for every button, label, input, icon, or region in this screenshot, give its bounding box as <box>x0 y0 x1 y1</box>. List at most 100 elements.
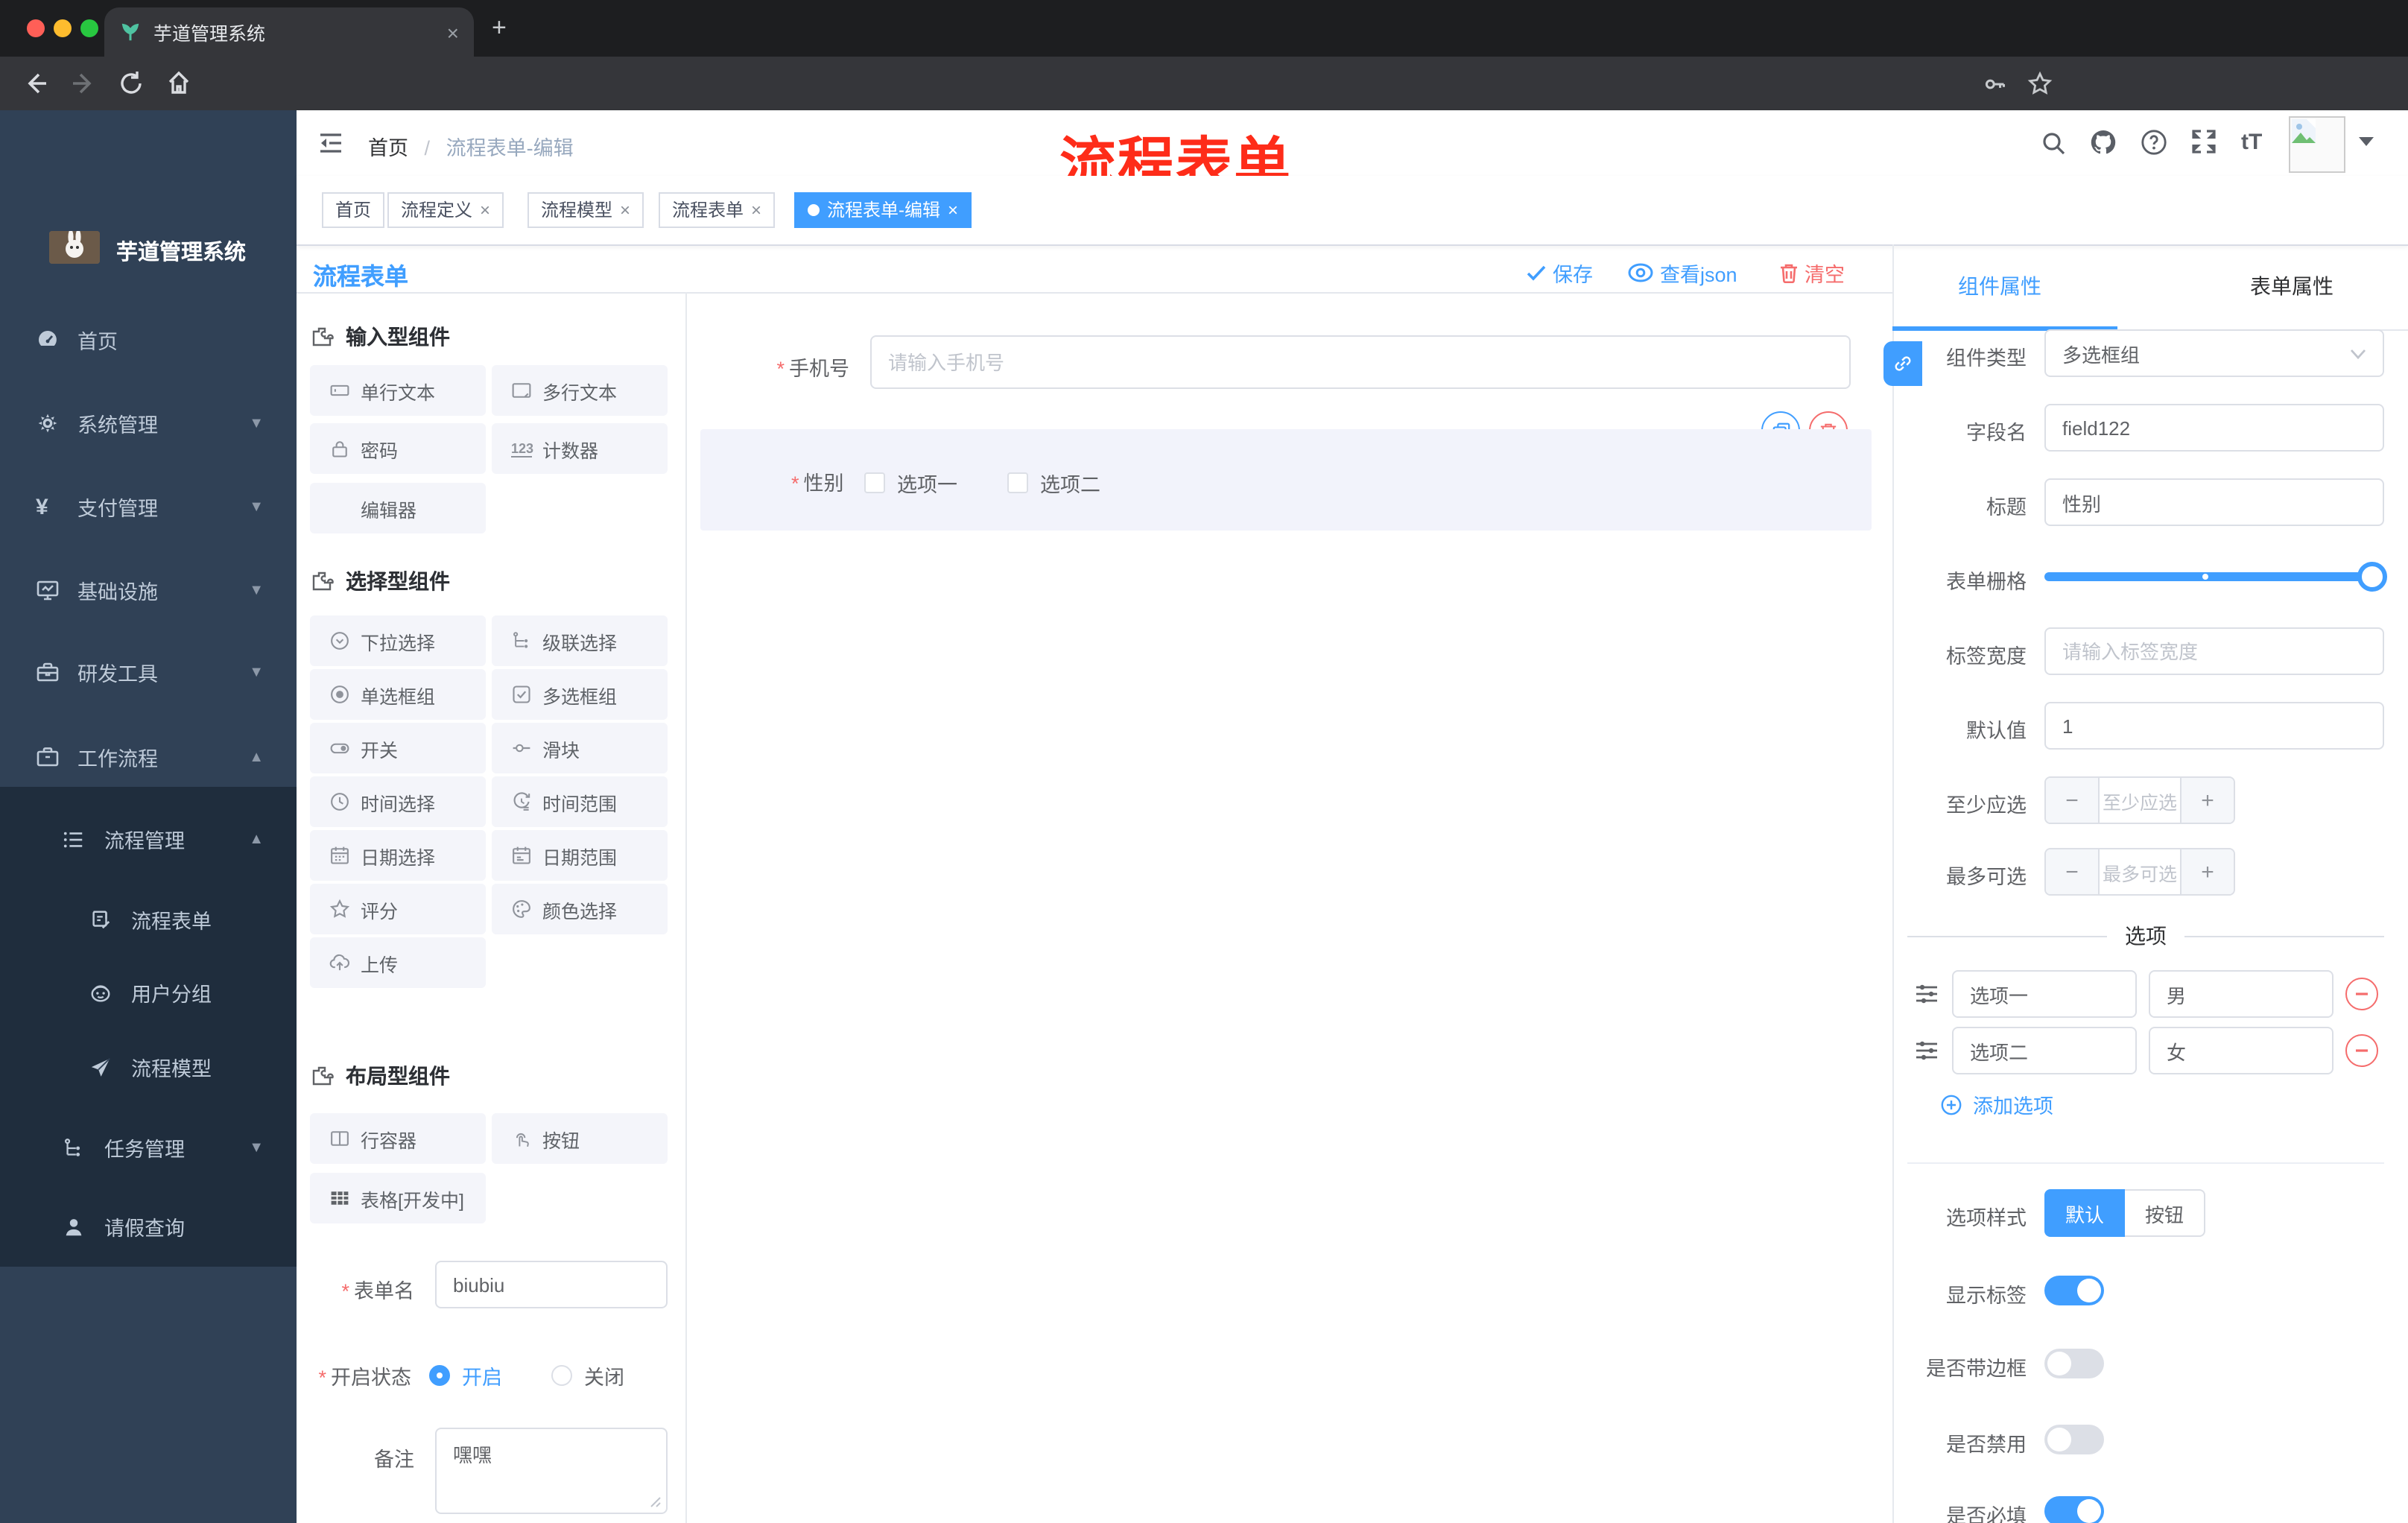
palette-item[interactable]: 表格[开发中] <box>310 1173 486 1223</box>
new-tab-button[interactable]: + <box>492 13 507 43</box>
min-select-stepper[interactable]: − 至少应选 + <box>2044 776 2235 824</box>
help-icon[interactable] <box>2140 128 2168 156</box>
palette-item[interactable]: 123 计数器 <box>492 423 668 474</box>
option-label-input[interactable] <box>1952 970 2137 1018</box>
disabled-switch[interactable] <box>2044 1425 2104 1454</box>
forward-icon[interactable] <box>69 69 98 98</box>
tag-process-form-edit[interactable]: 流程表单-编辑 × <box>794 192 972 228</box>
field-name-input[interactable] <box>2044 404 2384 452</box>
avatar-caret-icon[interactable] <box>2359 137 2374 148</box>
sidebar-item-process-form[interactable]: 流程表单 <box>0 890 297 949</box>
sidebar-item-infra[interactable]: 基础设施 ▼ <box>0 560 297 620</box>
palette-item[interactable]: 编辑器 <box>310 483 486 533</box>
title-input[interactable] <box>2044 478 2384 526</box>
tag-process-definition[interactable]: 流程定义 × <box>387 192 504 228</box>
save-button[interactable]: 保存 <box>1526 258 1593 288</box>
palette-item[interactable]: 按钮 <box>492 1113 668 1164</box>
status-radio-off[interactable]: 关闭 <box>551 1361 624 1390</box>
hamburger-collapse-icon[interactable] <box>317 130 344 156</box>
tag-close-icon[interactable]: × <box>751 192 761 228</box>
tag-process-model[interactable]: 流程模型 × <box>527 192 644 228</box>
default-value-input[interactable] <box>2044 702 2384 750</box>
palette-item[interactable]: 单行文本 <box>310 365 486 416</box>
max-select-stepper[interactable]: − 最多可选 + <box>2044 848 2235 896</box>
palette-item[interactable]: 开关 <box>310 723 486 773</box>
fullscreen-icon[interactable] <box>2190 128 2217 155</box>
palette-item[interactable]: 级联选择 <box>492 615 668 666</box>
sidebar-item-process-management[interactable]: 流程管理 ▲ <box>0 809 297 869</box>
gender-checkbox-option-2[interactable]: 选项二 <box>1007 468 1100 498</box>
sidebar-item-task-management[interactable]: 任务管理 ▼ <box>0 1118 297 1177</box>
palette-item[interactable]: 上传 <box>310 937 486 988</box>
option-remove-button[interactable] <box>2345 1034 2378 1067</box>
stepper-minus-button[interactable]: − <box>2046 849 2100 894</box>
sidebar-item-leave-query[interactable]: 请假查询 <box>0 1197 297 1256</box>
view-json-button[interactable]: 查看json <box>1627 258 1737 288</box>
palette-item[interactable]: 多选框组 <box>492 669 668 720</box>
palette-item[interactable]: 下拉选择 <box>310 615 486 666</box>
palette-item[interactable]: 日期选择 <box>310 830 486 881</box>
stepper-value[interactable]: 至少应选 <box>2100 778 2180 823</box>
window-zoom-button[interactable] <box>80 19 98 37</box>
home-icon[interactable] <box>164 69 194 98</box>
stepper-plus-button[interactable]: + <box>2180 849 2234 894</box>
tag-close-icon[interactable]: × <box>480 192 490 228</box>
required-switch[interactable] <box>2044 1496 2104 1523</box>
bookmark-star-icon[interactable] <box>2027 70 2053 97</box>
back-icon[interactable] <box>21 69 51 98</box>
resize-handle-icon[interactable] <box>650 1496 662 1508</box>
tag-process-form[interactable]: 流程表单 × <box>659 192 776 228</box>
form-name-input[interactable] <box>435 1261 668 1308</box>
tab-form-props[interactable]: 表单属性 <box>2250 271 2333 301</box>
tag-close-icon[interactable]: × <box>620 192 630 228</box>
style-default-button[interactable]: 默认 <box>2044 1189 2125 1237</box>
tab-component-props[interactable]: 组件属性 <box>1958 271 2041 301</box>
palette-item[interactable]: 密码 <box>310 423 486 474</box>
border-switch[interactable] <box>2044 1349 2104 1378</box>
tag-home[interactable]: 首页 <box>322 192 385 228</box>
window-minimize-button[interactable] <box>54 19 72 37</box>
option-drag-handle-icon[interactable] <box>1913 981 1940 1007</box>
sidebar-item-devtools[interactable]: 研发工具 ▼ <box>0 642 297 702</box>
option-label-input[interactable] <box>1952 1027 2137 1074</box>
palette-item[interactable]: 行容器 <box>310 1113 486 1164</box>
tab-close-icon[interactable]: × <box>447 20 459 44</box>
sidebar-item-process-model[interactable]: 流程模型 <box>0 1037 297 1097</box>
window-close-button[interactable] <box>27 19 45 37</box>
palette-item[interactable]: 时间选择 <box>310 776 486 827</box>
stepper-plus-button[interactable]: + <box>2180 778 2234 823</box>
github-icon[interactable] <box>2089 128 2117 156</box>
search-icon[interactable] <box>2040 130 2067 156</box>
sidebar-item-user-group[interactable]: 用户分组 <box>0 963 297 1022</box>
key-icon[interactable] <box>1982 72 2007 97</box>
gender-checkbox-option-1[interactable]: 选项一 <box>864 468 957 498</box>
sidebar-item-system[interactable]: 系统管理 ▼ <box>0 393 297 453</box>
palette-item[interactable]: 时间范围 <box>492 776 668 827</box>
show-label-switch[interactable] <box>2044 1276 2104 1305</box>
font-size-icon[interactable]: tT <box>2241 130 2262 155</box>
breadcrumb-root[interactable]: 首页 <box>368 137 408 159</box>
sidebar-item-home[interactable]: 首页 <box>0 310 297 370</box>
option-remove-button[interactable] <box>2345 978 2378 1010</box>
clear-button[interactable]: 清空 <box>1779 258 1845 288</box>
style-button-button[interactable]: 按钮 <box>2125 1189 2205 1237</box>
label-width-input[interactable] <box>2044 627 2384 675</box>
palette-item[interactable]: 评分 <box>310 884 486 934</box>
sidebar-item-payment[interactable]: ¥ 支付管理 ▼ <box>0 477 297 536</box>
option-value-input[interactable] <box>2149 1027 2333 1074</box>
palette-item[interactable]: 颜色选择 <box>492 884 668 934</box>
selected-component-gender[interactable]: * 性别 选项一 选项二 <box>700 429 1872 531</box>
palette-item[interactable]: 单选框组 <box>310 669 486 720</box>
add-option-button[interactable]: 添加选项 <box>1940 1089 2053 1119</box>
browser-tab[interactable]: 芋道管理系统 × <box>104 7 474 57</box>
stepper-value[interactable]: 最多可选 <box>2100 849 2180 894</box>
option-drag-handle-icon[interactable] <box>1913 1037 1940 1064</box>
avatar[interactable] <box>2289 116 2345 173</box>
reload-icon[interactable] <box>116 69 146 98</box>
palette-item[interactable]: 日期范围 <box>492 830 668 881</box>
tag-close-icon[interactable]: × <box>948 192 958 228</box>
sidebar-item-workflow[interactable]: 工作流程 ▲ <box>0 727 297 787</box>
option-value-input[interactable] <box>2149 970 2333 1018</box>
remark-textarea[interactable]: 嘿嘿 <box>435 1428 668 1514</box>
component-type-select[interactable]: 多选框组 <box>2044 329 2384 377</box>
